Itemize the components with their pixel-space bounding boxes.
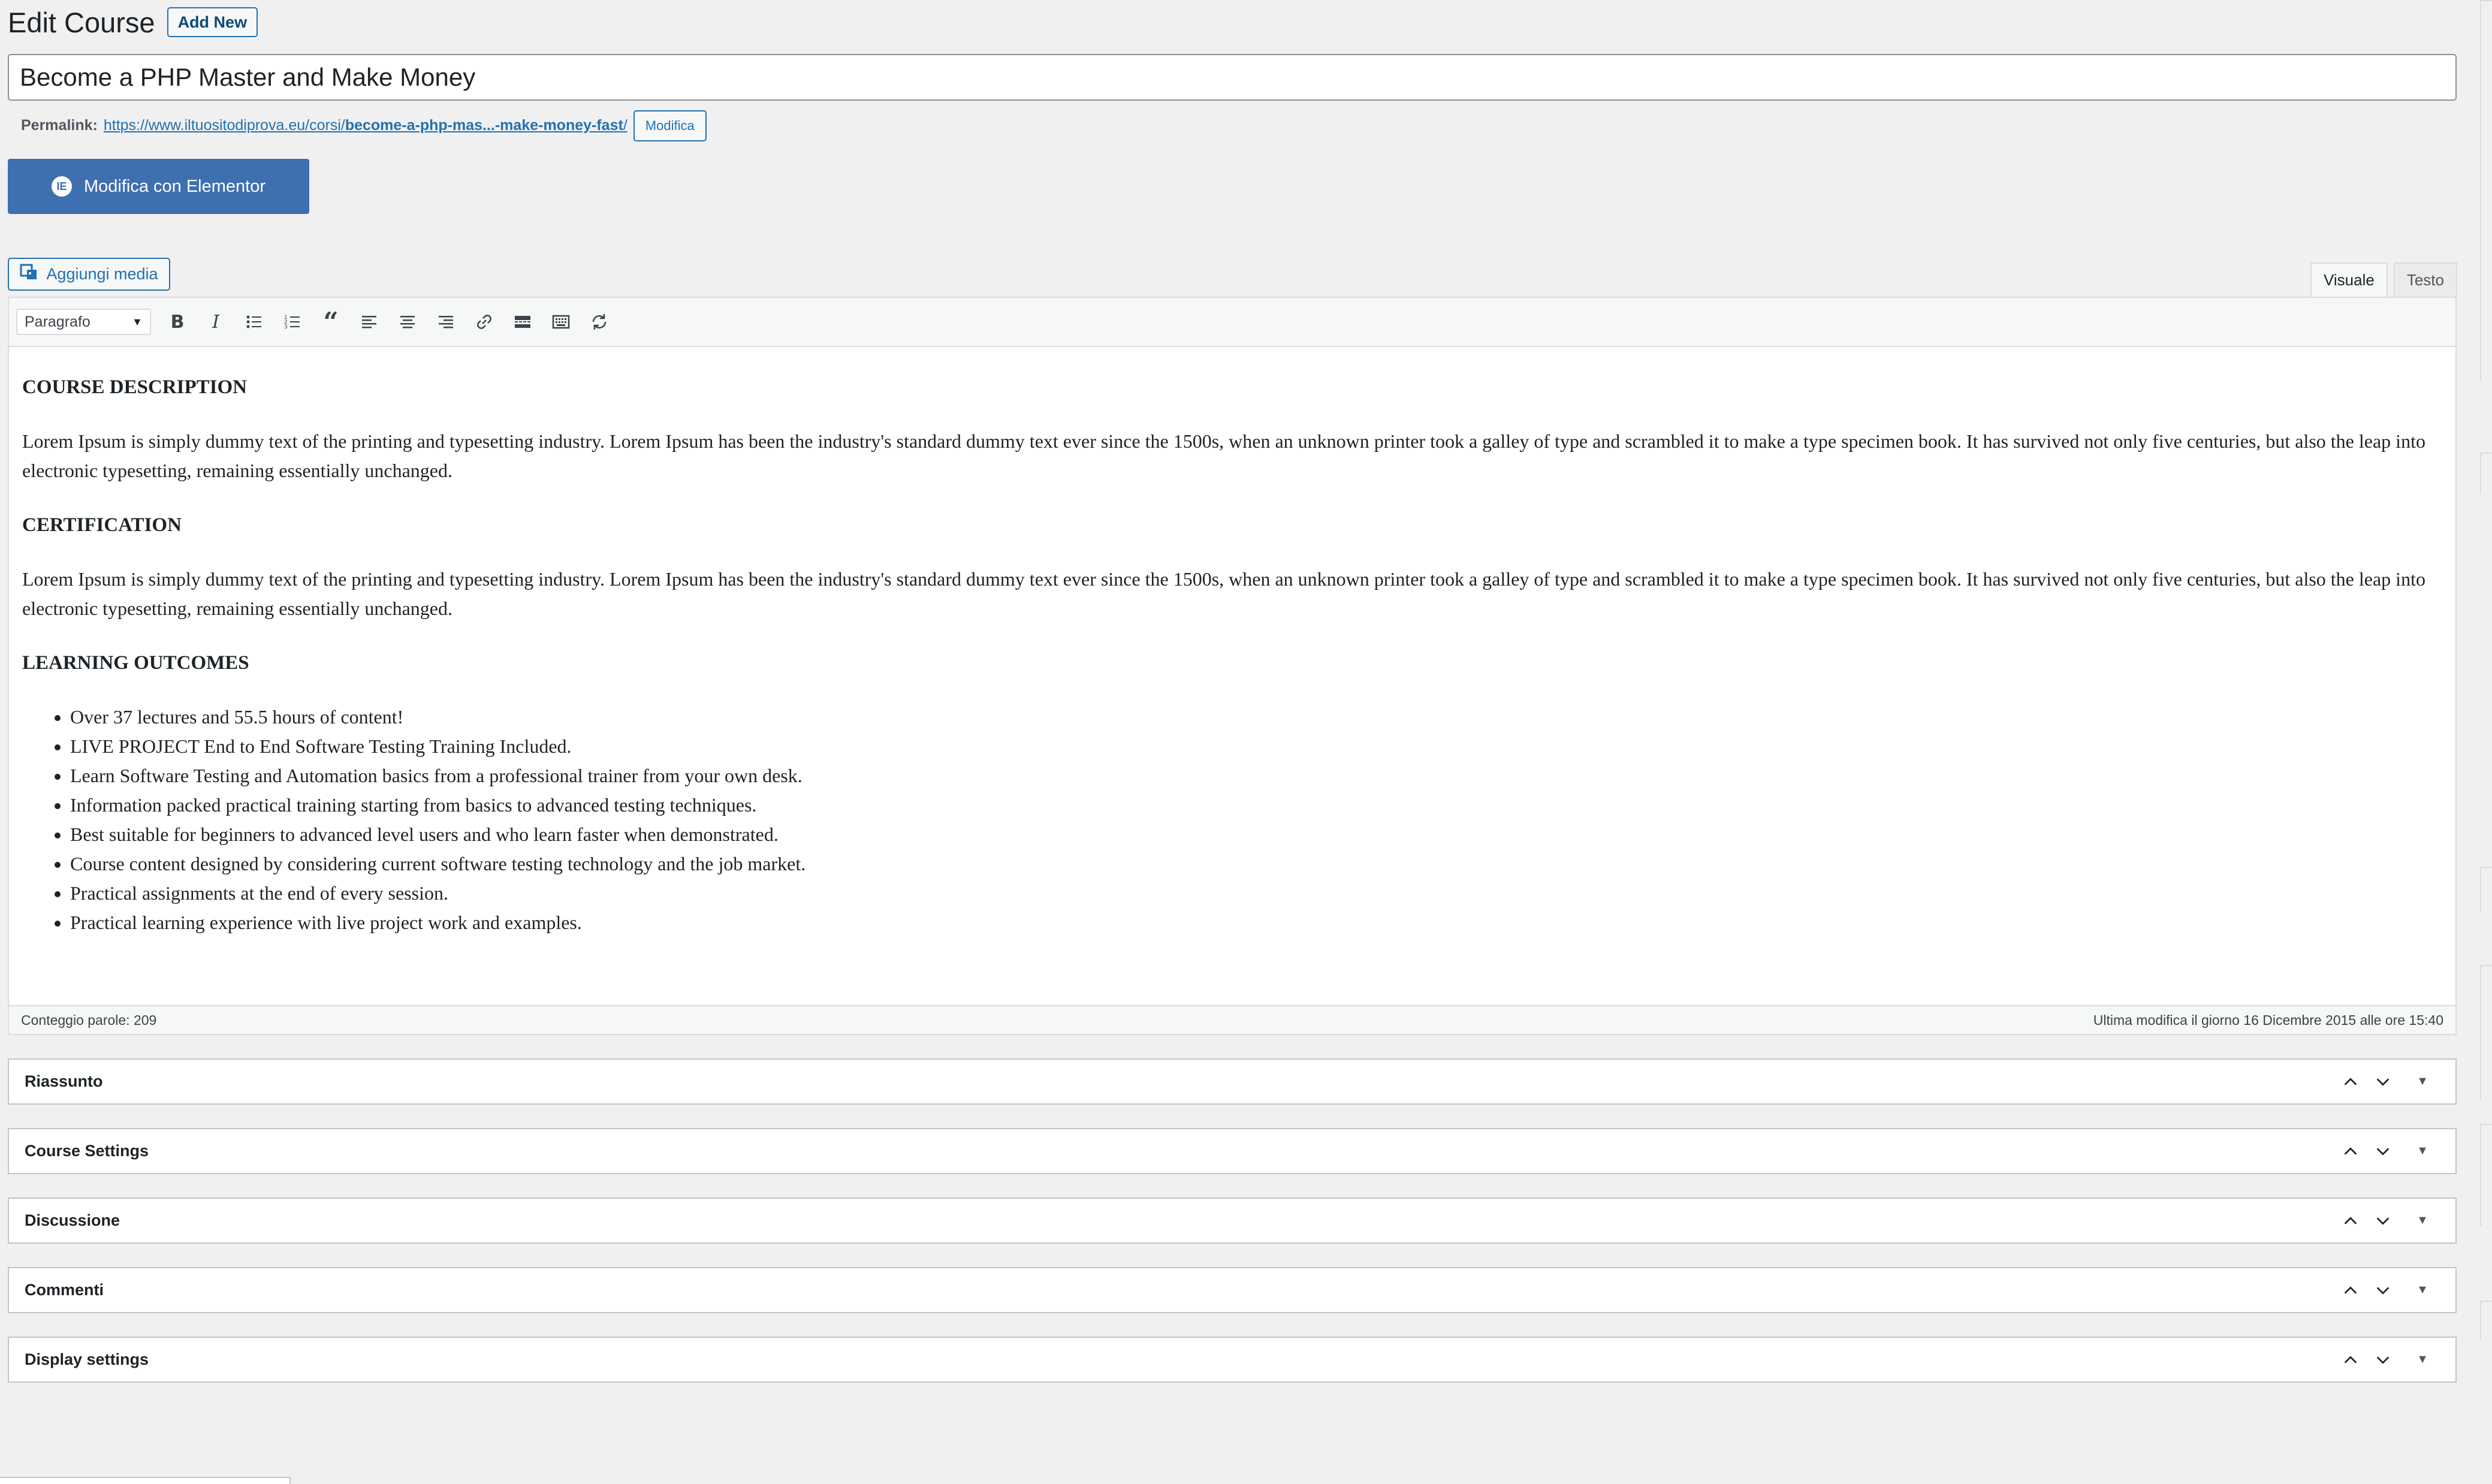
tab-visual[interactable]: Visuale (2310, 263, 2388, 297)
list-item: Practical assignments at the end of ever… (70, 879, 2442, 908)
align-left-icon[interactable] (350, 307, 388, 337)
metabox-title: Commenti (25, 1281, 104, 1299)
list-item: Learn Software Testing and Automation ba… (70, 761, 2442, 791)
move-up-icon[interactable] (2334, 1066, 2367, 1098)
content-editor: Paragrafo ▼ B I 123 “ COURSE DESCRIPTION… (8, 297, 2457, 1035)
permalink-url-base: https://www.iltuositodiprova.eu/corsi/ (103, 117, 345, 134)
permalink-row: Permalink: https://www.iltuositodiprova.… (21, 109, 707, 142)
learning-outcomes-list: Over 37 lectures and 55.5 hours of conte… (70, 702, 2442, 937)
toggle-panel-icon[interactable]: ▼ (2406, 1066, 2439, 1098)
list-item: LIVE PROJECT End to End Software Testing… (70, 732, 2442, 761)
add-media-label: Aggiungi media (46, 265, 158, 283)
toolbar-toggle-icon[interactable] (542, 307, 580, 337)
edit-with-elementor-button[interactable]: IE Modifica con Elementor (8, 159, 309, 214)
media-icon (20, 263, 39, 286)
permalink-label: Permalink: (21, 117, 98, 134)
permalink-link[interactable]: https://www.iltuositodiprova.eu/corsi/be… (104, 117, 627, 134)
move-down-icon[interactable] (2367, 1274, 2399, 1307)
add-media-button[interactable]: Aggiungi media (8, 258, 170, 291)
tab-text[interactable]: Testo (2393, 263, 2457, 297)
move-up-icon[interactable] (2334, 1135, 2367, 1168)
metabox-discussion[interactable]: Discussione ▼ (8, 1198, 2457, 1244)
metabox-course-settings[interactable]: Course Settings ▼ (8, 1128, 2457, 1174)
numbered-list-icon[interactable]: 123 (273, 307, 312, 337)
permalink-url-end: / (623, 117, 627, 134)
toggle-panel-icon[interactable]: ▼ (2406, 1135, 2439, 1168)
list-item: Best suitable for beginners to advanced … (70, 820, 2442, 849)
move-down-icon[interactable] (2367, 1135, 2399, 1168)
list-item: Over 37 lectures and 55.5 hours of conte… (70, 702, 2442, 732)
heading-course-description: COURSE DESCRIPTION (22, 376, 247, 398)
sidebar-box-edge (2480, 965, 2492, 1100)
heading-certification: CERTIFICATION (22, 514, 182, 536)
blockquote-icon[interactable]: “ (312, 307, 350, 337)
metabox-comments[interactable]: Commenti ▼ (8, 1267, 2457, 1313)
permalink-edit-button[interactable]: Modifica (633, 110, 707, 141)
word-count: Conteggio parole: 209 (21, 1012, 157, 1028)
sidebar-box-edge (2480, 867, 2492, 912)
post-title-input[interactable]: Become a PHP Master and Make Money (8, 54, 2457, 101)
sidebar-box-edge (2480, 1124, 2492, 1226)
chevron-down-icon: ▼ (132, 315, 143, 328)
metabox-controls: ▼ (2334, 1066, 2439, 1098)
move-up-icon[interactable] (2334, 1344, 2367, 1376)
svg-text:3: 3 (284, 324, 288, 330)
partial-metabox (0, 1477, 291, 1484)
toggle-panel-icon[interactable]: ▼ (2406, 1205, 2439, 1237)
elementor-button-label: Modifica con Elementor (83, 176, 266, 196)
list-item: Information packed practical training st… (70, 791, 2442, 820)
bold-icon[interactable]: B (158, 307, 197, 337)
metabox-controls: ▼ (2334, 1135, 2439, 1168)
page-header: Edit Course Add New (8, 5, 258, 40)
editor-tabs: Visuale Testo (2304, 263, 2457, 297)
list-item: Course content designed by considering c… (70, 849, 2442, 879)
align-center-icon[interactable] (388, 307, 427, 337)
format-select-value: Paragrafo (25, 313, 90, 330)
metabox-excerpt[interactable]: Riassunto ▼ (8, 1058, 2457, 1105)
metabox-title: Riassunto (25, 1072, 103, 1090)
toggle-panel-icon[interactable]: ▼ (2406, 1274, 2439, 1307)
metabox-title: Discussione (25, 1211, 120, 1229)
heading-learning-outcomes: LEARNING OUTCOMES (22, 652, 249, 674)
metabox-title: Course Settings (25, 1142, 149, 1160)
metabox-display-settings[interactable]: Display settings ▼ (8, 1337, 2457, 1383)
editor-content[interactable]: COURSE DESCRIPTION Lorem Ipsum is simply… (9, 347, 2455, 937)
sidebar-box-edge (2480, 453, 2492, 494)
editor-status-bar: Conteggio parole: 209 Ultima modifica il… (9, 1005, 2455, 1034)
read-more-icon[interactable] (503, 307, 542, 337)
page-title: Edit Course (8, 6, 155, 38)
sidebar-edge (2474, 0, 2492, 1484)
sidebar-box-edge (2480, 0, 2492, 381)
move-down-icon[interactable] (2367, 1344, 2399, 1376)
last-modified: Ultima modifica il giorno 16 Dicembre 20… (2093, 1012, 2443, 1028)
paragraph-course-description: Lorem Ipsum is simply dummy text of the … (22, 430, 2425, 481)
metabox-title: Display settings (25, 1350, 149, 1368)
move-up-icon[interactable] (2334, 1274, 2367, 1307)
metabox-controls: ▼ (2334, 1344, 2439, 1376)
permalink-url-slug: become-a-php-mas...-make-money-fast (345, 117, 623, 134)
move-down-icon[interactable] (2367, 1066, 2399, 1098)
elementor-logo-icon: IE (51, 176, 72, 197)
sidebar-box-edge (2480, 1301, 2492, 1340)
toggle-panel-icon[interactable]: ▼ (2406, 1344, 2439, 1376)
italic-icon[interactable]: I (197, 307, 235, 337)
refresh-icon[interactable] (580, 307, 619, 337)
bullet-list-icon[interactable] (235, 307, 273, 337)
paragraph-certification: Lorem Ipsum is simply dummy text of the … (22, 568, 2425, 619)
align-right-icon[interactable] (427, 307, 465, 337)
metabox-controls: ▼ (2334, 1274, 2439, 1307)
metabox-controls: ▼ (2334, 1205, 2439, 1237)
format-select[interactable]: Paragrafo ▼ (16, 309, 151, 335)
add-new-button[interactable]: Add New (167, 7, 258, 37)
link-icon[interactable] (465, 307, 503, 337)
move-up-icon[interactable] (2334, 1205, 2367, 1237)
move-down-icon[interactable] (2367, 1205, 2399, 1237)
editor-toolbar: Paragrafo ▼ B I 123 “ (9, 298, 2455, 347)
list-item: Practical learning experience with live … (70, 908, 2442, 937)
